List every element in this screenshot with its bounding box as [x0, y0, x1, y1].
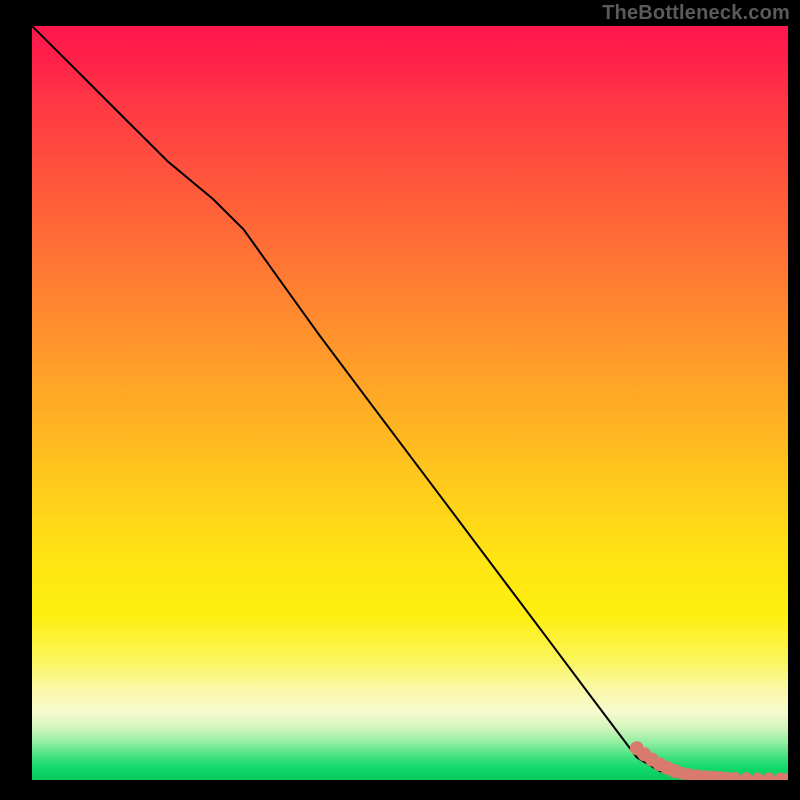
data-point — [752, 773, 764, 781]
chart-frame: TheBottleneck.com — [0, 0, 800, 800]
watermark-text: TheBottleneck.com — [602, 2, 790, 25]
chart-overlay — [32, 26, 788, 780]
plot-area — [32, 26, 788, 780]
data-point — [763, 773, 775, 781]
marker-group — [630, 741, 788, 780]
curve-line — [32, 26, 788, 779]
data-point — [740, 772, 752, 780]
